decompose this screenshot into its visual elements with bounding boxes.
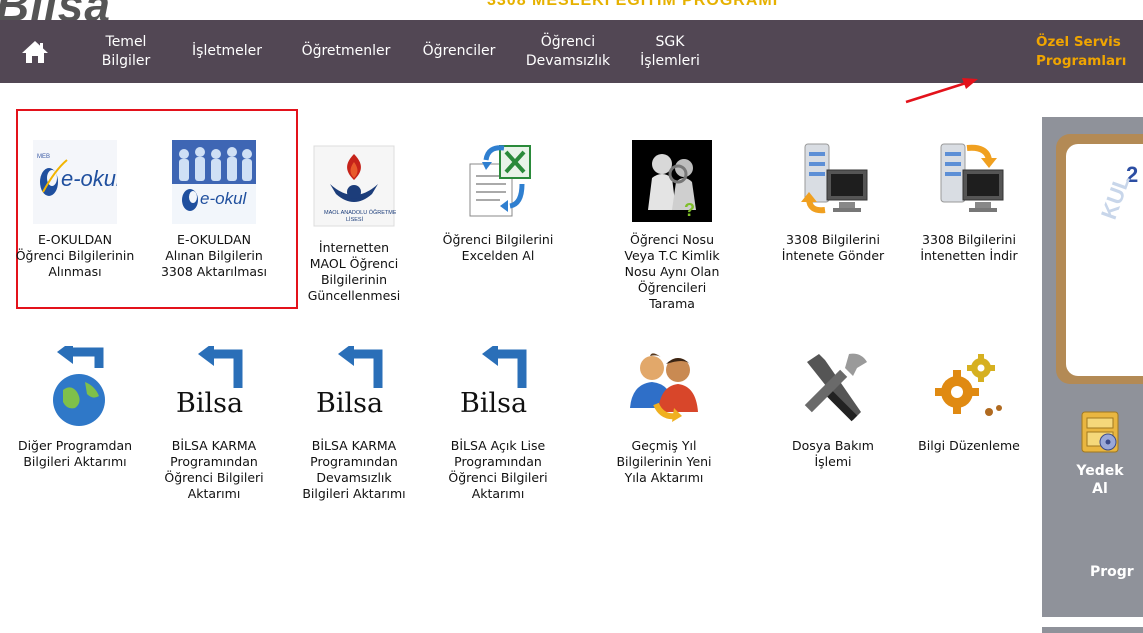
bilsa-transfer-icon: Bilsa bbox=[312, 346, 396, 430]
tile-bilsa-karma-devamsizlik[interactable]: Bilsa BİLSA KARMA Programından Devamsızl… bbox=[288, 346, 420, 502]
nav-isletmeler[interactable]: İşletmeler bbox=[183, 20, 271, 83]
calendar-card[interactable]: 2 KUL bbox=[1066, 144, 1143, 376]
tile-dosya-bakim[interactable]: Dosya Bakım İşlemi bbox=[767, 346, 899, 470]
school-emblem-icon: MAOL ANADOLU ÖĞRETMEN LİSESİ bbox=[312, 144, 401, 228]
tile-eokul-alma[interactable]: MEB e-okul E-OKULDAN Öğrenci Bilgilerini… bbox=[9, 140, 141, 280]
tile-label: E-OKULDAN Alınan Bilgilerin 3308 Aktarıl… bbox=[160, 232, 268, 279]
svg-text:?: ? bbox=[684, 200, 695, 220]
tile-eokul-aktarma[interactable]: e-okul E-OKULDAN Alınan Bilgilerin 3308 … bbox=[148, 140, 280, 280]
nav-ogrenciler[interactable]: Öğrenciler bbox=[418, 20, 500, 83]
duplicate-search-icon: ? bbox=[630, 140, 714, 224]
yedek-al-label: Yedek Al bbox=[1076, 463, 1124, 497]
nav-ogrenci-devamsizlik[interactable]: Öğrenci Devamsızlık bbox=[520, 20, 616, 83]
svg-text:e-okul: e-okul bbox=[200, 189, 248, 208]
e-okul-logo-icon: MEB e-okul bbox=[33, 140, 122, 224]
svg-text:MEB: MEB bbox=[37, 154, 50, 160]
upload-computer-icon bbox=[791, 140, 875, 224]
bilsa-word: Bilsa bbox=[176, 388, 244, 419]
nav-ogretmenler[interactable]: Öğretmenler bbox=[296, 20, 396, 83]
annotation-arrow-icon bbox=[905, 78, 978, 104]
globe-transfer-icon bbox=[33, 340, 117, 430]
svg-text:LİSESİ: LİSESİ bbox=[346, 216, 364, 223]
tile-label: İnternetten MAOL Öğrenci Bilgilerinin Gü… bbox=[307, 240, 401, 303]
bilsa-word: Bilsa bbox=[316, 388, 384, 419]
bilsa-transfer-icon: Bilsa bbox=[172, 346, 256, 430]
tile-diger-programdan-aktarim[interactable]: Diğer Programdan Bilgileri Aktarımı bbox=[9, 340, 141, 470]
nav-temel-bilgiler[interactable]: Temel Bilgiler bbox=[96, 20, 156, 83]
tile-label: Öğrenci Bilgilerini Excelden Al bbox=[442, 232, 554, 263]
tile-internete-gonder[interactable]: 3308 Bilgilerini İntenete Gönder bbox=[767, 140, 899, 264]
download-computer-icon bbox=[927, 140, 1011, 224]
home-button[interactable] bbox=[20, 39, 50, 65]
e-okul-students-icon: e-okul bbox=[172, 140, 256, 224]
right-panel-bottom bbox=[1042, 627, 1143, 633]
tile-label: Dosya Bakım İşlemi bbox=[792, 438, 874, 469]
tile-label: Diğer Programdan Bilgileri Aktarımı bbox=[17, 438, 133, 469]
tile-gecmis-yil-aktarim[interactable]: Geçmiş Yıl Bilgilerinin Yeni Yıla Aktarı… bbox=[598, 346, 730, 486]
tile-internetten-indir[interactable]: 3308 Bilgilerini İntenetten İndir bbox=[903, 140, 1035, 264]
top-banner: 3308 MESLEKİ EĞİTİM PROGRAMI bbox=[487, 0, 779, 9]
calendar-text: KUL bbox=[1096, 171, 1135, 223]
tile-ayni-no-tarama[interactable]: ? Öğrenci Nosu Veya T.C Kimlik Nosu Aynı… bbox=[606, 140, 738, 312]
tile-label: BİLSA KARMA Programından Devamsızlık Bil… bbox=[302, 438, 406, 501]
tile-bilgi-duzenleme[interactable]: Bilgi Düzenleme bbox=[903, 346, 1035, 454]
programs-label[interactable]: Progr bbox=[1090, 564, 1134, 580]
tile-bilsa-karma-ogrenci[interactable]: Bilsa BİLSA KARMA Programından Öğrenci B… bbox=[148, 346, 280, 502]
users-refresh-icon bbox=[622, 346, 706, 430]
tile-label: E-OKULDAN Öğrenci Bilgilerinin Alınması bbox=[15, 232, 135, 279]
bilsa-transfer-icon: Bilsa bbox=[456, 346, 540, 430]
backup-cabinet-icon bbox=[1078, 410, 1122, 454]
tile-label: BİLSA Açık Lise Programından Öğrenci Bil… bbox=[448, 438, 548, 501]
tile-label: 3308 Bilgilerini İntenetten İndir bbox=[920, 232, 1018, 263]
tools-icon bbox=[791, 346, 875, 430]
home-icon bbox=[22, 41, 48, 63]
bilsa-word: Bilsa bbox=[460, 388, 528, 419]
tile-label: Bilgi Düzenleme bbox=[918, 438, 1020, 453]
nav-sgk-islemleri[interactable]: SGK İşlemleri bbox=[632, 20, 708, 83]
yedek-al-button[interactable]: Yedek Al bbox=[1060, 410, 1140, 498]
tile-label: 3308 Bilgilerini İntenete Gönder bbox=[781, 232, 885, 263]
gears-icon bbox=[927, 346, 1011, 430]
tile-maol-guncelleme[interactable]: MAOL ANADOLU ÖĞRETMEN LİSESİ İnternetten… bbox=[288, 144, 420, 304]
tile-bilsa-acik-lise[interactable]: Bilsa BİLSA Açık Lise Programından Öğren… bbox=[432, 346, 564, 502]
tile-label: Geçmiş Yıl Bilgilerinin Yeni Yıla Aktarı… bbox=[616, 438, 712, 485]
top-strip: Bilsa 3308 MESLEKİ EĞİTİM PROGRAMI bbox=[0, 0, 1143, 20]
nav-ozel-servis-programlari[interactable]: Özel Servis Programları bbox=[1036, 20, 1143, 83]
svg-text:e-okul: e-okul bbox=[61, 166, 117, 191]
svg-text:MAOL ANADOLU ÖĞRETMEN: MAOL ANADOLU ÖĞRETMEN bbox=[324, 209, 396, 216]
excel-import-icon bbox=[456, 140, 540, 224]
bilsa-logo: Bilsa bbox=[0, 0, 111, 20]
tile-excelden-al[interactable]: Öğrenci Bilgilerini Excelden Al bbox=[432, 140, 564, 264]
tile-label: Öğrenci Nosu Veya T.C Kimlik Nosu Aynı O… bbox=[624, 232, 720, 311]
tile-label: BİLSA KARMA Programından Öğrenci Bilgile… bbox=[164, 438, 264, 501]
